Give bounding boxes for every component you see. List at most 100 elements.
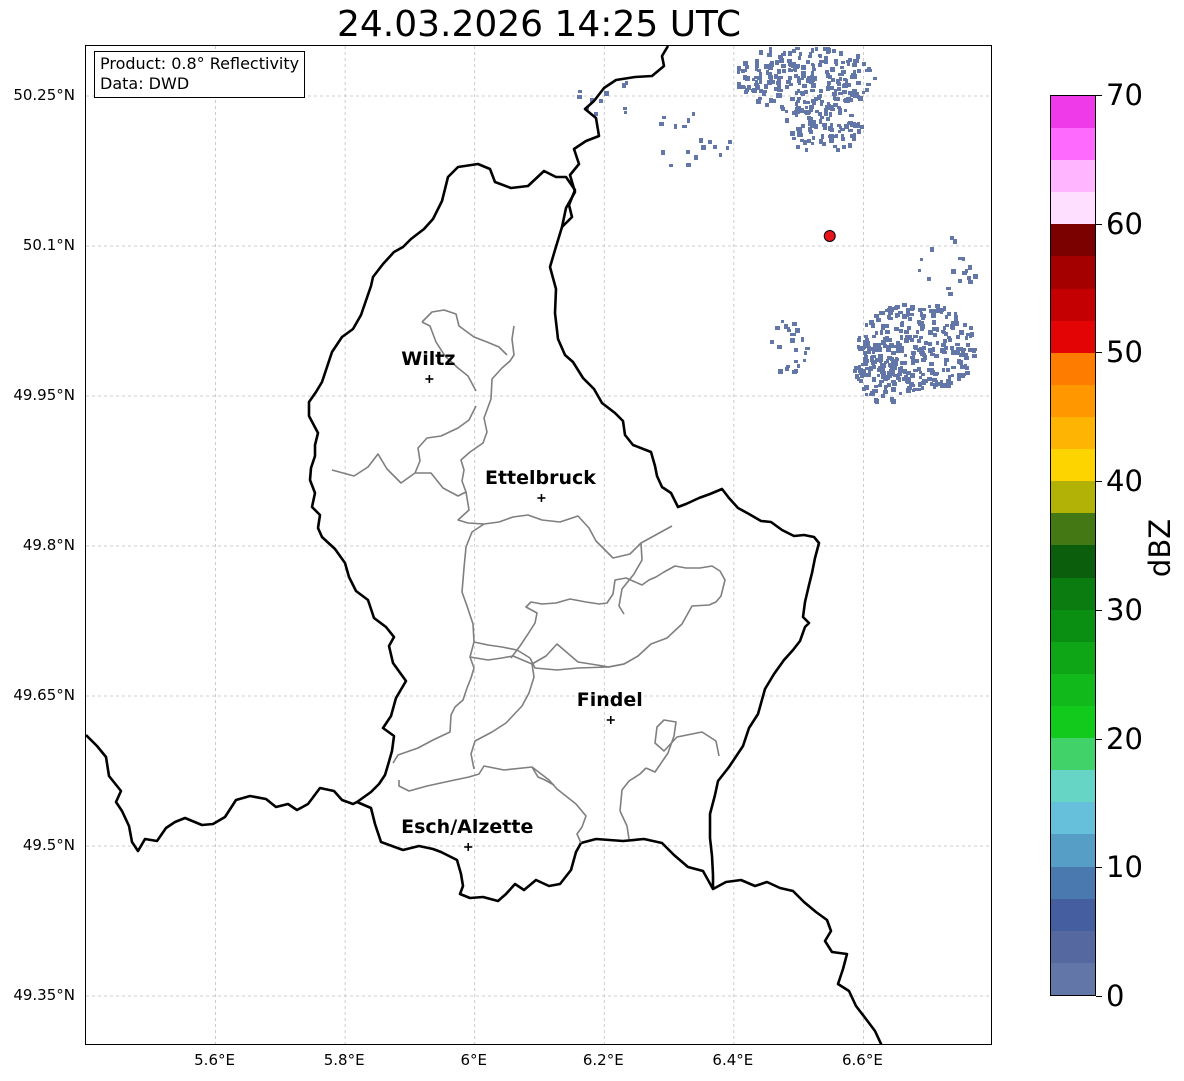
radar-echo-pixel <box>894 361 898 366</box>
radar-echo-pixel <box>875 399 879 404</box>
radar-echo-pixel <box>820 116 824 119</box>
radar-echo-pixel <box>868 346 871 349</box>
radar-echo-pixel <box>921 373 925 376</box>
colorbar-segment <box>1051 802 1095 835</box>
radar-echo-pixel <box>809 130 813 134</box>
radar-echo-pixel <box>737 70 740 74</box>
radar-echo-pixel <box>859 371 862 375</box>
radar-echo-pixel <box>815 110 819 113</box>
radar-echo-pixel <box>804 351 807 355</box>
radar-echo-pixel <box>899 329 903 333</box>
radar-echo-pixel <box>836 148 840 152</box>
radar-echo-pixel <box>963 353 968 357</box>
radar-echo-pixel <box>686 163 691 167</box>
radar-echo-pixel <box>844 109 847 112</box>
radar-echo-pixel <box>787 329 791 332</box>
radar-echo-pixel <box>898 311 903 314</box>
radar-echo-pixel <box>810 124 814 128</box>
radar-echo-pixel <box>785 118 789 123</box>
radar-echo-pixel <box>972 348 977 351</box>
radar-echo-pixel <box>802 84 807 88</box>
radar-echo-pixel <box>848 58 852 62</box>
radar-echo-pixel <box>719 153 722 157</box>
radar-echo-pixel <box>895 313 898 318</box>
y-tick-label: 49.5°N <box>22 836 75 854</box>
colorbar-segment <box>1051 481 1095 514</box>
radar-echo-pixel <box>913 388 918 391</box>
radar-echo-pixel <box>838 110 842 115</box>
x-tick-label: 6.4°E <box>712 1051 754 1069</box>
radar-echo-pixel <box>829 138 834 143</box>
radar-echo-pixel <box>873 77 877 80</box>
radar-echo-pixel <box>904 330 909 334</box>
radar-echo-pixel <box>847 62 850 66</box>
radar-echo-pixel <box>867 67 871 70</box>
radar-echo-pixel <box>966 343 970 347</box>
radar-echo-pixel <box>917 367 921 371</box>
radar-echoes <box>577 47 978 404</box>
radar-echo-pixel <box>805 347 810 350</box>
radar-echo-pixel <box>900 366 903 370</box>
radar-echo-pixel <box>973 274 978 279</box>
radar-echo-pixel <box>836 79 840 84</box>
radar-echo-pixel <box>747 85 751 90</box>
radar-echo-pixel <box>943 339 947 343</box>
radar-echo-pixel <box>877 344 881 348</box>
radar-echo-pixel <box>855 374 859 379</box>
radar-echo-pixel <box>625 81 628 85</box>
radar-echo-pixel <box>692 112 695 116</box>
radar-echo-pixel <box>935 304 940 308</box>
colorbar-segment <box>1051 288 1095 321</box>
radar-echo-pixel <box>936 327 939 332</box>
radar-echo-pixel <box>965 336 968 340</box>
radar-echo-pixel <box>792 111 795 115</box>
colorbar-tick-label: 30 <box>1106 592 1143 627</box>
radar-echo-pixel <box>815 47 818 51</box>
radar-echo-pixel <box>852 74 857 78</box>
radar-echo-pixel <box>961 348 965 353</box>
y-tick-label: 50.1°N <box>22 236 75 254</box>
radar-echo-pixel <box>726 146 729 150</box>
radar-echo-pixel <box>837 124 841 127</box>
radar-echo-pixel <box>762 91 766 96</box>
x-tick-label: 6.6°E <box>842 1051 883 1069</box>
radar-echo-pixel <box>895 357 898 360</box>
radar-echo-pixel <box>934 383 938 387</box>
radar-echo-pixel <box>770 340 774 344</box>
radar-echo-pixel <box>963 323 967 327</box>
radar-echo-pixel <box>970 332 974 337</box>
radar-echo-pixel <box>875 359 878 362</box>
radar-echo-pixel <box>865 88 869 92</box>
radar-echo-pixel <box>810 89 815 92</box>
radar-echo-pixel <box>817 95 821 100</box>
radar-echo-pixel <box>919 376 922 379</box>
radar-echo-pixel <box>857 129 861 134</box>
radar-echo-pixel <box>902 303 907 307</box>
radar-echo-pixel <box>928 305 931 308</box>
radar-echo-pixel <box>876 318 881 322</box>
radar-echo-pixel <box>957 373 961 376</box>
map-panel[interactable] <box>85 45 992 1045</box>
radar-echo-pixel <box>932 320 936 325</box>
radar-echo-pixel <box>797 97 801 100</box>
y-tick-label: 49.95°N <box>13 386 75 404</box>
colorbar-tick-label: 10 <box>1106 850 1143 885</box>
radar-echo-pixel <box>743 75 747 80</box>
radar-echo-pixel <box>874 385 878 388</box>
colorbar-segment <box>1051 673 1095 707</box>
radar-echo-pixel <box>932 347 935 352</box>
colorbar-tick-label: 50 <box>1106 335 1143 370</box>
radar-echo-pixel <box>930 383 934 386</box>
radar-echo-pixel <box>932 378 937 382</box>
radar-echo-pixel <box>912 355 915 359</box>
radar-echo-pixel <box>968 280 973 284</box>
radar-echo-pixel <box>849 114 854 117</box>
radar-echo-pixel <box>910 313 914 316</box>
radar-echo-pixel <box>920 312 923 317</box>
radar-echo-pixel <box>809 105 814 109</box>
radar-echo-pixel <box>941 343 946 347</box>
radar-echo-pixel <box>936 341 939 345</box>
radar-echo-pixel <box>810 109 813 112</box>
radar-echo-pixel <box>821 134 824 139</box>
radar-echo-pixel <box>884 386 887 390</box>
